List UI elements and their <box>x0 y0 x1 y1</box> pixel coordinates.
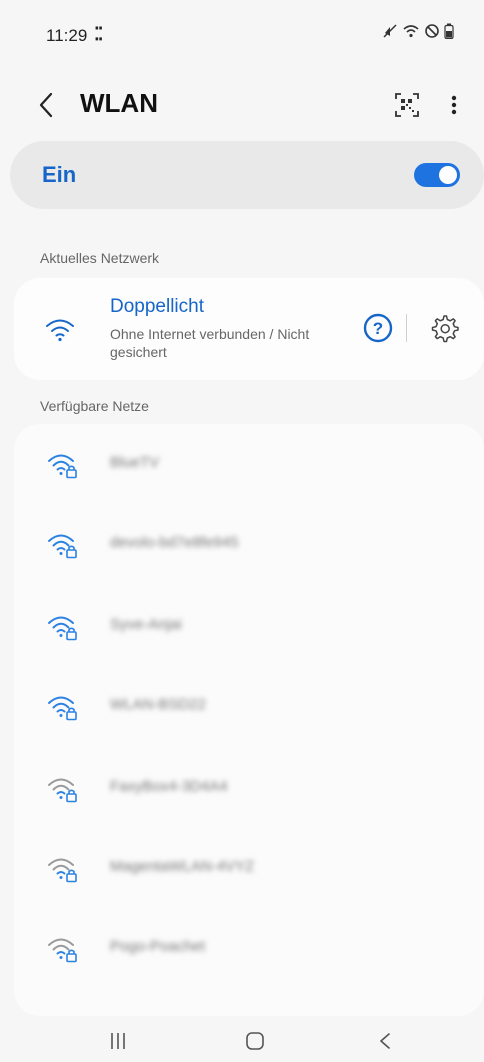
wlan-toggle-switch[interactable] <box>414 163 460 187</box>
mute-icon <box>382 23 398 44</box>
wifi-status-icon <box>402 23 420 44</box>
network-row[interactable]: MagentaWLAN-4VYZ <box>14 830 484 910</box>
section-title-current: Aktuelles Netzwerk <box>40 250 160 266</box>
network-name: Syve-Anjai <box>110 616 182 633</box>
home-icon[interactable] <box>245 1030 265 1052</box>
network-row[interactable]: FaxyBox4-3D4A4 <box>14 750 484 830</box>
wifi-locked-icon <box>46 612 80 642</box>
dnd-icon <box>424 23 440 44</box>
network-name: MagentaWLAN-4VYZ <box>110 858 255 875</box>
wifi-locked-icon <box>46 692 80 722</box>
wifi-icon <box>44 316 76 344</box>
wifi-locked-icon <box>46 854 80 884</box>
back-icon[interactable] <box>378 1030 392 1052</box>
recents-icon[interactable] <box>108 1030 128 1052</box>
network-row[interactable]: devolo-bd7e8fe945 <box>14 506 484 586</box>
network-name: FaxyBox4-3D4A4 <box>110 778 228 795</box>
toggle-knob <box>439 166 457 184</box>
gear-icon[interactable] <box>428 312 460 344</box>
navigation-bar <box>0 1018 484 1062</box>
section-title-available: Verfügbare Netze <box>40 398 149 414</box>
network-row[interactable]: BlueTV <box>14 426 484 506</box>
back-arrow-icon[interactable] <box>32 88 62 122</box>
more-options-icon[interactable] <box>444 90 464 120</box>
help-icon[interactable]: ? <box>362 312 394 344</box>
qr-code-icon[interactable] <box>392 90 422 120</box>
current-network-status: Ohne Internet verbunden / Nicht gesicher… <box>110 326 310 360</box>
wlan-master-label: Ein <box>42 162 77 187</box>
network-name: Pogo-Poachet <box>110 938 206 955</box>
svg-text:?: ? <box>373 319 383 338</box>
wifi-locked-icon <box>46 934 80 964</box>
network-name: WLAN-BSD22 <box>110 696 206 713</box>
network-name: BlueTV <box>110 454 160 471</box>
wlan-master-row[interactable] <box>10 141 484 209</box>
status-time: 11:29 <box>46 26 88 45</box>
current-network-name: Doppellicht <box>110 296 204 317</box>
network-row[interactable]: Syve-Anjai <box>14 588 484 668</box>
divider <box>406 314 407 342</box>
status-icons <box>382 23 454 44</box>
wifi-locked-icon <box>46 774 80 804</box>
network-name: devolo-bd7e8fe945 <box>110 534 239 551</box>
wifi-locked-icon <box>46 450 80 480</box>
wifi-locked-icon <box>46 530 80 560</box>
network-row[interactable]: WLAN-BSD22 <box>14 668 484 748</box>
network-row[interactable]: Pogo-Poachet <box>14 910 484 990</box>
notification-dots-icon: ⁚⁚ <box>94 24 104 44</box>
battery-icon <box>444 23 454 44</box>
page-title: WLAN <box>80 88 158 118</box>
